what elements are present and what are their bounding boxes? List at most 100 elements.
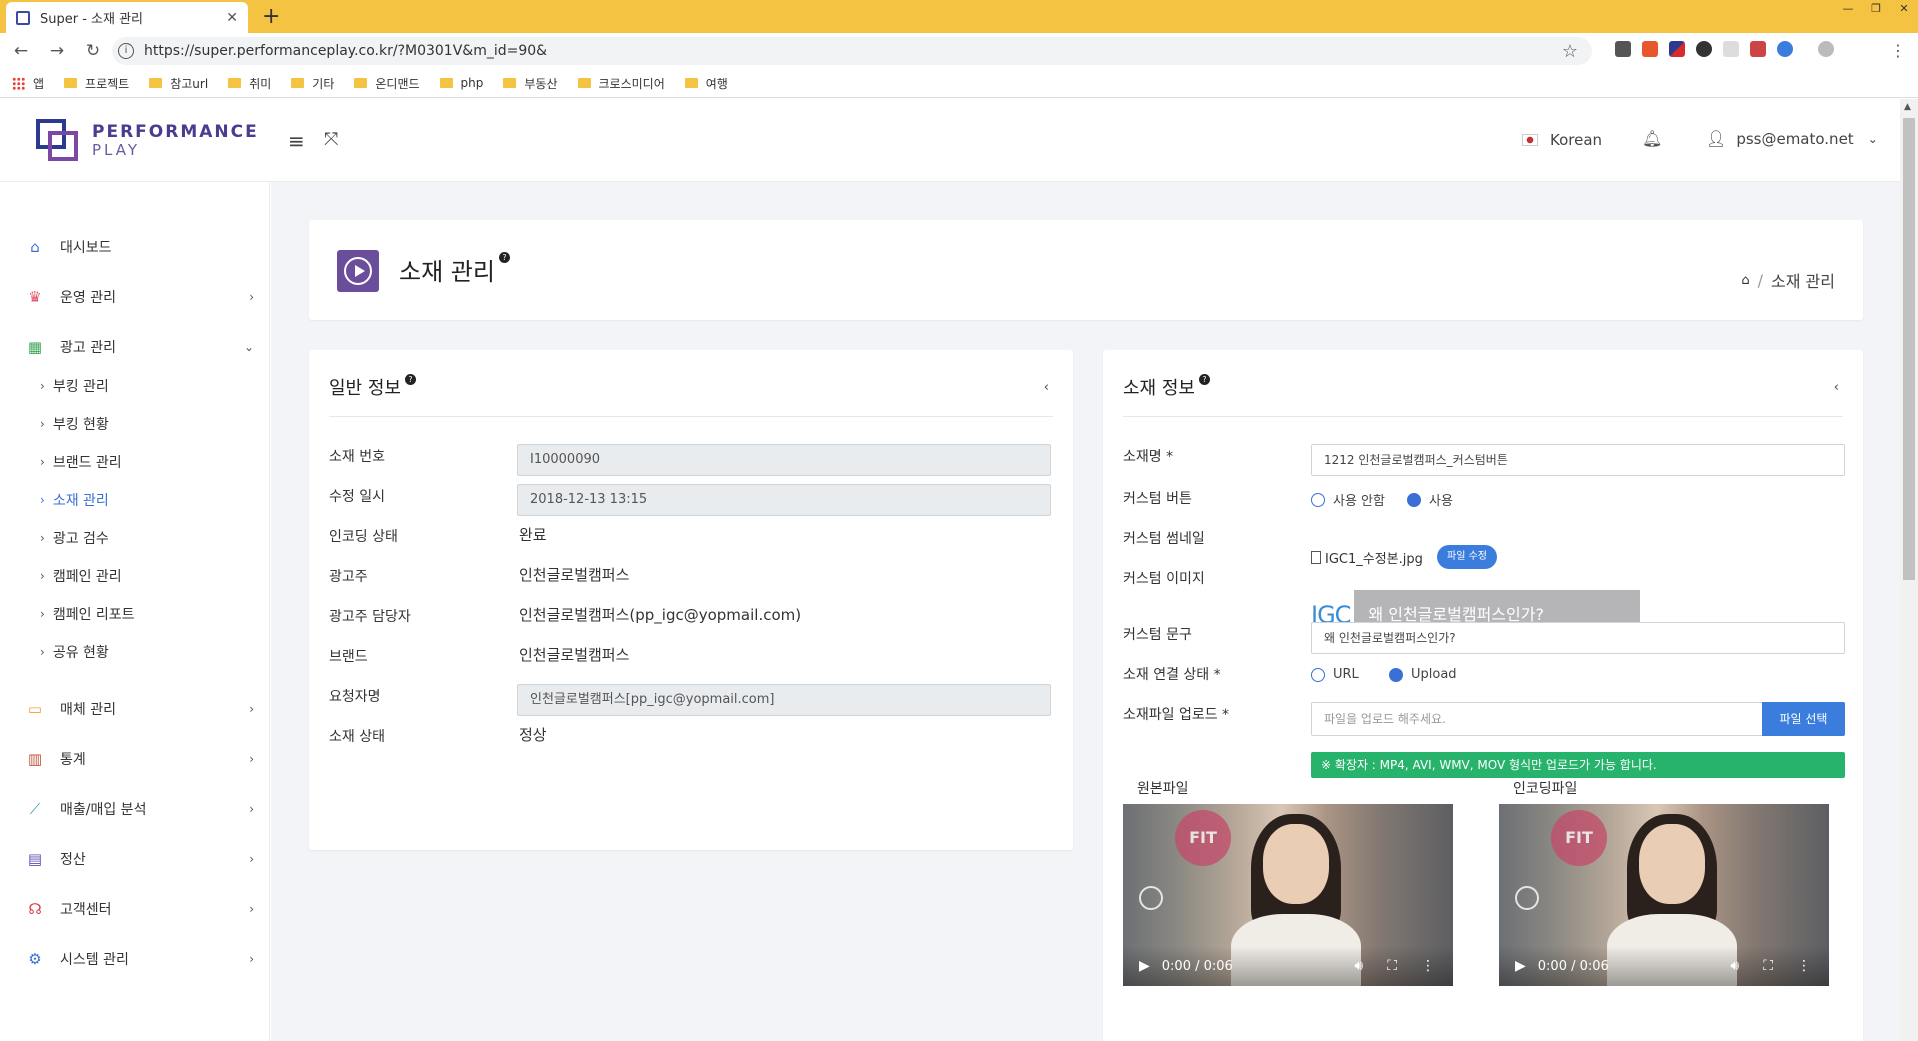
file-icon [1311,551,1321,564]
bookmark-folder[interactable]: 기타 [291,75,334,92]
extension-icon[interactable] [1696,41,1712,57]
custom-phrase-label: 커스텀 문구 [1123,627,1192,643]
extension-icon[interactable] [1669,41,1685,57]
manager-label: 광고주 담당자 [329,609,411,625]
play-icon[interactable]: ▶ [1515,958,1526,974]
sidebar-item-media[interactable]: ▭ 매체 관리 › [0,694,270,724]
reload-icon[interactable]: ↻ [78,41,108,61]
help-icon[interactable]: ? [1198,374,1210,385]
volume-icon[interactable]: 🔊︎ [1354,958,1363,974]
url-input[interactable]: i https://super.performanceplay.co.kr/?M… [112,37,1592,65]
browser-tab[interactable]: Super - 소재 관리 ✕ [6,2,248,33]
sidebar-item-support[interactable]: ☊ 고객센터 › [0,894,270,924]
scroll-up-icon[interactable]: ▲ [1904,102,1911,112]
sidebar-item-settlement[interactable]: ▤ 정산 › [0,844,270,874]
calculator-icon: ▤ [27,850,43,868]
more-icon[interactable]: ⋮ [1797,958,1811,974]
sidebar-item-system[interactable]: ⚙ 시스템 관리 › [0,944,270,974]
home-icon: ⌂ [30,238,40,256]
profile-icon[interactable] [1818,41,1834,57]
bookmark-star-icon[interactable]: ☆ [1562,41,1578,62]
custom-button-on-radio[interactable]: 사용 [1407,490,1453,509]
sidebar-item-ads[interactable]: ▦ 광고 관리 ⌄ [0,332,270,362]
choose-file-button[interactable]: 파일 선택 [1762,702,1845,736]
sidebar-sub-booking[interactable]: › 부킹 관리 [40,374,109,398]
bookmark-folder[interactable]: 프로젝트 [64,75,129,92]
bookmark-folder[interactable]: 취미 [228,75,271,92]
new-tab-icon[interactable]: + [262,4,280,29]
bookmark-folder[interactable]: 크로스미디어 [577,75,665,92]
file-upload-input[interactable]: 파일을 업로드 해주세요. [1311,702,1762,736]
help-icon[interactable]: ? [498,252,510,263]
requester-field: 인천글로벌캠퍼스[pp_igc@yopmail.com] [517,684,1051,716]
volume-icon[interactable]: 🔊︎ [1730,958,1739,974]
link-url-radio[interactable]: URL [1311,667,1359,682]
sidebar-sub-campaign[interactable]: › 캠페인 관리 [40,564,122,588]
manager-value: 인천글로벌캠퍼스(pp_igc@yopmail.com) [519,606,802,624]
sidebar-sub-campaign-report[interactable]: › 캠페인 리포트 [40,602,135,626]
collapse-icon[interactable]: ‹ [1834,380,1839,395]
sidebar-item-stats[interactable]: ▥ 통계 › [0,744,270,774]
material-name-input[interactable]: 1212 인천글로벌캠퍼스_커스텀버튼 [1311,444,1845,476]
main-content: 소재 관리? ⌂ / 소재 관리 일반 정보? ‹ 소재 번호 I1000009… [271,182,1900,1041]
edit-file-button[interactable]: 파일 수정 [1437,545,1497,569]
forward-icon[interactable]: → [42,41,72,61]
extension-icon[interactable] [1777,41,1793,57]
encoded-video-player[interactable]: FIT ▶ 0:00 / 0:06 🔊︎ ⛶ ⋮ [1499,804,1829,986]
scrollbar-thumb[interactable] [1903,118,1915,580]
original-video-player[interactable]: FIT ▶ 0:00 / 0:06 🔊︎ ⛶ ⋮ [1123,804,1453,986]
address-bar: ← → ↻ i https://super.performanceplay.co… [0,33,1918,69]
help-icon[interactable]: ? [404,374,416,385]
sidebar-sub-ad-review[interactable]: › 광고 검수 [40,526,109,550]
restore-icon[interactable]: ❐ [1862,0,1890,18]
sidebar-sub-booking-status[interactable]: › 부킹 현황 [40,412,109,436]
fullscreen-icon[interactable]: ⤧ [324,129,338,150]
browser-tab-bar: Super - 소재 관리 ✕ + — ❐ ✕ [0,0,1918,33]
bookmark-apps[interactable]: 앱 [12,75,44,92]
bookmark-folder[interactable]: 여행 [684,75,728,92]
extension-icon[interactable] [1723,41,1739,57]
more-icon[interactable]: ⋮ [1421,958,1435,974]
bookmark-folder[interactable]: 온디맨드 [354,75,420,92]
chevron-down-icon: ⌄ [1867,131,1878,146]
logo[interactable]: PERFORMANCE PLAY [36,119,259,163]
close-tab-icon[interactable]: ✕ [226,10,238,26]
extension-icon[interactable] [1615,41,1631,57]
bell-icon[interactable]: 🔔︎ [1642,129,1662,148]
user-menu[interactable]: 👤︎ pss@emato.net ⌄ [1706,129,1878,148]
extension-icon[interactable] [1642,41,1658,57]
sidebar-item-sales-analysis[interactable]: ⟋ 매출/매입 분석 › [0,794,270,824]
extension-icon[interactable] [1750,41,1766,57]
close-window-icon[interactable]: ✕ [1890,0,1918,18]
custom-button-off-radio[interactable]: 사용 안함 [1311,490,1385,509]
home-icon[interactable]: ⌂ [1741,273,1749,288]
fullscreen-icon[interactable]: ⛶ [1763,958,1773,974]
browser-menu-icon[interactable]: ⋮ [1890,41,1906,60]
sidebar-item-dashboard[interactable]: ⌂ 대시보드 [0,232,270,262]
folder-icon [439,78,453,88]
language-selector[interactable]: Korean [1522,131,1602,149]
bookmark-folder[interactable]: 부동산 [503,75,558,92]
material-info-card: 소재 정보? ‹ 소재명 * 1212 인천글로벌캠퍼스_커스텀버튼 커스텀 버… [1103,350,1863,1041]
link-upload-radio[interactable]: Upload [1389,667,1457,682]
collapse-icon[interactable]: ‹ [1044,380,1049,395]
custom-phrase-input[interactable]: 왜 인천글로벌캠퍼스인가? [1311,622,1845,654]
sidebar-item-operations[interactable]: ♛ 운영 관리 › [0,282,270,312]
minimize-icon[interactable]: — [1834,0,1862,18]
site-info-icon[interactable]: i [118,43,134,59]
sidebar-sub-brand[interactable]: › 브랜드 관리 [40,450,122,474]
folder-icon [503,78,517,88]
play-icon[interactable]: ▶ [1139,958,1150,974]
back-icon[interactable]: ← [6,41,36,61]
material-info-title: 소재 정보? [1123,374,1210,400]
fullscreen-icon[interactable]: ⛶ [1387,958,1397,974]
video-controls: ▶ 0:00 / 0:06 🔊︎ ⛶ ⋮ [1123,946,1453,986]
sidebar-sub-material[interactable]: › 소재 관리 [40,488,109,512]
thumbnail-file: IGC1_수정본.jpg [1311,548,1423,567]
material-no-field: I10000090 [517,444,1051,476]
bookmark-folder[interactable]: php [439,76,483,90]
menu-toggle-icon[interactable]: ≡ [288,129,305,153]
link-status-label: 소재 연결 상태 * [1123,667,1221,683]
sidebar-sub-share-status[interactable]: › 공유 현황 [40,640,109,664]
bookmark-folder[interactable]: 참고url [149,75,208,92]
